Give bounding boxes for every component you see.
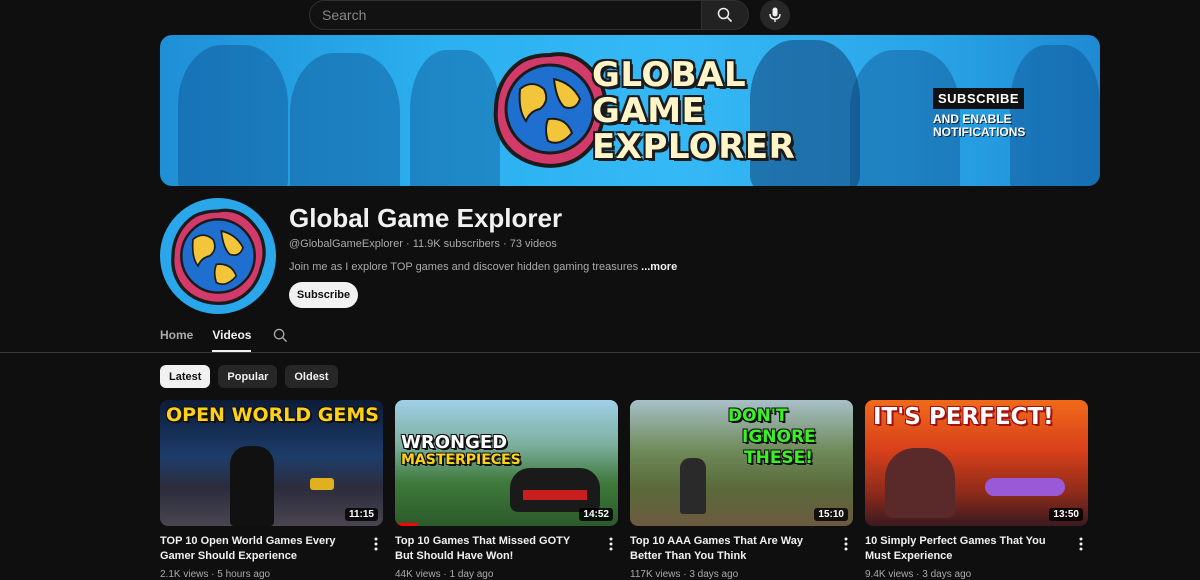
- search-button[interactable]: [701, 0, 749, 30]
- video-title[interactable]: 10 Simply Perfect Games That You Must Ex…: [865, 534, 1060, 564]
- video-duration: 15:10: [814, 508, 848, 521]
- video-views: 117K views: [630, 569, 681, 580]
- more-vertical-icon: [1079, 537, 1083, 551]
- video-thumbnail[interactable]: IT'S PERFECT! 13:50: [865, 400, 1088, 526]
- banner-title: GLOBAL GAME EXPLORER: [592, 57, 795, 165]
- video-title[interactable]: Top 10 AAA Games That Are Way Better Tha…: [630, 534, 825, 564]
- thumbnail-weapon: [985, 478, 1065, 496]
- tab-videos[interactable]: Videos: [212, 328, 252, 352]
- thumbnail-text: THESE!: [744, 448, 814, 468]
- thumbnail-text: DON'T: [728, 406, 788, 426]
- video-age: 3 days ago: [922, 569, 972, 580]
- thumbnail-figure: [230, 446, 274, 526]
- tab-home[interactable]: Home: [160, 328, 193, 352]
- meta-separator: ·: [443, 569, 447, 580]
- banner-notif-line: NOTIFICATIONS: [933, 125, 1026, 139]
- search-icon: [273, 328, 288, 343]
- video-title[interactable]: Top 10 Games That Missed GOTY But Should…: [395, 534, 590, 564]
- video-age: 1 day ago: [449, 569, 494, 580]
- search-input[interactable]: [309, 0, 701, 30]
- channel-tabs: Home Videos: [160, 328, 270, 352]
- video-meta: 2.1K views · 5 hours ago: [160, 569, 270, 580]
- search-bar: [309, 0, 749, 30]
- video-thumbnail[interactable]: OPEN WORLD GEMS 11:15: [160, 400, 383, 526]
- globe-logo-icon: [171, 208, 266, 305]
- video-duration: 14:52: [579, 508, 613, 521]
- meta-separator: ·: [211, 569, 215, 580]
- thumbnail-text: WRONGED: [401, 432, 508, 453]
- banner-subscribe-callout: SUBSCRIBE AND ENABLE NOTIFICATIONS: [933, 88, 1025, 139]
- video-card[interactable]: IT'S PERFECT! 13:50 10 Simply Perfect Ga…: [865, 400, 1088, 580]
- more-vertical-icon: [609, 537, 613, 551]
- channel-meta: @GlobalGameExplorer · 11.9K subscribers …: [289, 238, 557, 250]
- channel-handle[interactable]: @GlobalGameExplorer: [289, 238, 403, 250]
- thumbnail-text: IGNORE: [742, 427, 816, 447]
- more-vertical-icon: [844, 537, 848, 551]
- video-menu-button[interactable]: [839, 536, 853, 552]
- thumbnail-text: IT'S PERFECT!: [873, 404, 1054, 430]
- video-duration: 11:15: [344, 508, 378, 521]
- more-link[interactable]: ...more: [641, 261, 677, 273]
- more-vertical-icon: [374, 537, 378, 551]
- video-card[interactable]: DON'T IGNORE THESE! 15:10 Top 10 AAA Gam…: [630, 400, 853, 580]
- thumbnail-text: OPEN WORLD GEMS: [166, 404, 379, 426]
- meta-separator: ·: [916, 569, 920, 580]
- chip-latest[interactable]: Latest: [160, 365, 211, 388]
- video-thumbnail[interactable]: WRONGED MASTERPIECES 14:52: [395, 400, 618, 526]
- video-views: 44K views: [395, 569, 441, 580]
- video-meta: 44K views · 1 day ago: [395, 569, 493, 580]
- sort-chips: Latest Popular Oldest: [160, 365, 338, 388]
- banner-title-line: GAME: [592, 91, 706, 131]
- voice-search-button[interactable]: [760, 0, 790, 30]
- video-thumbnail[interactable]: DON'T IGNORE THESE! 15:10: [630, 400, 853, 526]
- channel-search-button[interactable]: [273, 328, 288, 348]
- banner-title-line: EXPLORER: [592, 127, 796, 167]
- banner-title-line: GLOBAL: [592, 55, 747, 95]
- video-card[interactable]: WRONGED MASTERPIECES 14:52 Top 10 Games …: [395, 400, 618, 580]
- video-meta: 9.4K views · 3 days ago: [865, 569, 971, 580]
- thumbnail-motorcycle-accent: [523, 490, 587, 500]
- video-views: 2.1K views: [160, 569, 209, 580]
- channel-avatar[interactable]: [160, 198, 276, 314]
- meta-separator: ·: [502, 238, 507, 250]
- thumbnail-figure: [680, 458, 706, 514]
- thumbnail-demon: [885, 448, 955, 518]
- meta-separator: ·: [683, 569, 687, 580]
- chip-popular[interactable]: Popular: [218, 365, 278, 388]
- thumbnail-taxi: [310, 478, 334, 490]
- video-duration: 13:50: [1049, 508, 1083, 521]
- banner-character: [178, 45, 288, 186]
- video-menu-button[interactable]: [604, 536, 618, 552]
- watch-progress-bar: [395, 523, 418, 526]
- search-icon: [717, 7, 733, 23]
- channel-name: Global Game Explorer: [289, 203, 563, 233]
- description-text: Join me as I explore TOP games and disco…: [289, 261, 639, 273]
- chip-oldest[interactable]: Oldest: [285, 365, 338, 388]
- video-meta: 117K views · 3 days ago: [630, 569, 738, 580]
- video-menu-button[interactable]: [369, 536, 383, 552]
- channel-banner: GLOBAL GAME EXPLORER SUBSCRIBE AND ENABL…: [160, 35, 1100, 186]
- meta-separator: ·: [405, 238, 410, 250]
- tabs-divider: [0, 352, 1200, 353]
- banner-character: [290, 53, 400, 186]
- video-age: 5 hours ago: [217, 569, 271, 580]
- video-title[interactable]: TOP 10 Open World Games Every Gamer Shou…: [160, 534, 355, 564]
- video-count: 73 videos: [509, 238, 557, 250]
- channel-description[interactable]: Join me as I explore TOP games and disco…: [289, 261, 677, 273]
- banner-character: [410, 50, 500, 186]
- banner-notif-text: AND ENABLE NOTIFICATIONS: [933, 113, 1025, 139]
- banner-subscribe-text: SUBSCRIBE: [933, 88, 1025, 109]
- subscriber-count: 11.9K subscribers: [412, 238, 500, 250]
- microphone-icon: [769, 7, 781, 22]
- video-views: 9.4K views: [865, 569, 914, 580]
- thumbnail-text: MASTERPIECES: [401, 452, 521, 468]
- video-card[interactable]: OPEN WORLD GEMS 11:15 TOP 10 Open World …: [160, 400, 383, 580]
- video-menu-button[interactable]: [1074, 536, 1088, 552]
- video-age: 3 days ago: [689, 569, 739, 580]
- subscribe-button[interactable]: Subscribe: [289, 282, 358, 308]
